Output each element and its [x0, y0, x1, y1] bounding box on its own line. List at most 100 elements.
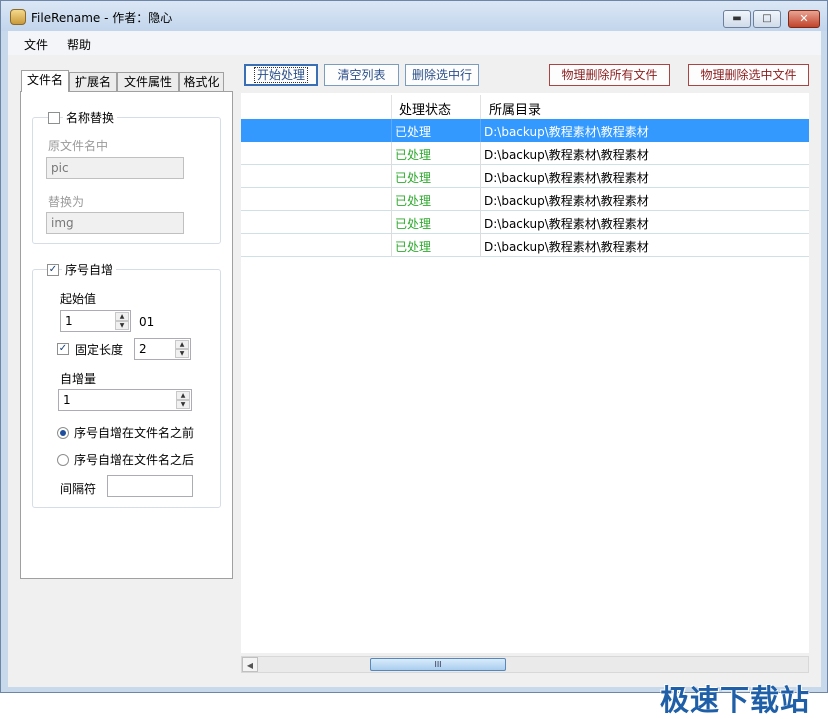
original-name-input[interactable]: pic [46, 157, 184, 179]
column-directory-header[interactable]: 所属目录 [489, 99, 541, 118]
table-row[interactable]: 已处理 D:\backup\教程素材\教程素材 [241, 119, 809, 142]
radio-after-filename[interactable] [57, 454, 69, 466]
spin-down-icon[interactable]: ▼ [115, 321, 129, 330]
name-replace-checkbox[interactable] [48, 112, 60, 124]
column-divider [391, 188, 392, 211]
options-panel: 文件名 扩展名 文件属性 格式化 名称替换 原文件名中 pic 替换为 img … [8, 55, 238, 687]
sequence-preview: 01 [139, 315, 155, 329]
close-icon: ✕ [799, 12, 809, 25]
spin-up-icon[interactable]: ▲ [115, 312, 129, 321]
header-divider[interactable] [391, 95, 392, 119]
tab-format[interactable]: 格式化 [179, 72, 224, 91]
row-status: 已处理 [395, 125, 432, 139]
column-divider [391, 211, 392, 234]
table-row[interactable]: 已处理 D:\backup\教程素材\教程素材 [241, 234, 809, 257]
app-icon [10, 9, 26, 25]
physical-delete-all-button[interactable]: 物理删除所有文件 [549, 64, 670, 86]
fixed-length-label: 固定长度 [75, 343, 124, 357]
spin-down-icon[interactable]: ▼ [175, 349, 189, 358]
name-replace-title: 名称替换 [63, 109, 118, 126]
file-list[interactable]: 处理状态 所属目录 已处理 D:\backup\教程素材\教程素材 已处理 D:\ba… [241, 93, 809, 653]
name-replace-group: 名称替换 原文件名中 pic 替换为 img [32, 109, 221, 244]
delete-selected-rows-button[interactable]: 删除选中行 [405, 64, 479, 86]
column-divider [480, 188, 481, 211]
row-status: 已处理 [395, 148, 432, 162]
sequence-group: ✓ 序号自增 起始值 1 ▲ ▼ 01 ✓ 固定长度 2 ▲ ▼ 自增量 1 ▲… [32, 261, 221, 508]
table-row[interactable]: 已处理 D:\backup\教程素材\教程素材 [241, 165, 809, 188]
sequence-checkbox[interactable]: ✓ [47, 264, 59, 276]
fixed-length-input[interactable]: 2 ▲ ▼ [134, 338, 191, 360]
list-header: 处理状态 所属目录 [241, 95, 809, 120]
column-divider [480, 165, 481, 188]
scroll-thumb[interactable]: III [370, 658, 506, 671]
spin-up-icon[interactable]: ▲ [176, 391, 190, 400]
fixed-length-checkbox[interactable]: ✓ [57, 343, 69, 355]
maximize-icon: □ [762, 13, 772, 24]
column-divider [480, 119, 481, 142]
clear-list-button[interactable]: 清空列表 [324, 64, 399, 86]
replace-with-input[interactable]: img [46, 212, 184, 234]
row-directory: D:\backup\教程素材\教程素材 [484, 125, 649, 139]
table-row[interactable]: 已处理 D:\backup\教程素材\教程素材 [241, 188, 809, 211]
menu-help[interactable]: 帮助 [67, 36, 91, 53]
start-value-text: 1 [65, 314, 73, 328]
start-value-spinner[interactable]: ▲ ▼ [115, 312, 129, 330]
column-divider [480, 234, 481, 257]
column-divider [391, 142, 392, 165]
separator-input[interactable] [107, 475, 193, 497]
column-divider [391, 119, 392, 142]
tab-filename[interactable]: 文件名 [21, 70, 69, 92]
horizontal-scrollbar[interactable]: ◀ III [241, 656, 809, 673]
increment-input[interactable]: 1 ▲ ▼ [58, 389, 192, 411]
column-divider [391, 165, 392, 188]
window-title: FileRename - 作者：隐心 [31, 11, 173, 25]
increment-text: 1 [63, 393, 71, 407]
menu-file[interactable]: 文件 [24, 36, 48, 53]
app-window: FileRename - 作者：隐心 ▬ □ ✕ 文件 帮助 文件名 扩展名 文… [0, 0, 828, 717]
close-button[interactable]: ✕ [788, 10, 820, 28]
increment-spinner[interactable]: ▲ ▼ [176, 391, 190, 409]
physical-delete-selected-button[interactable]: 物理删除选中文件 [688, 64, 809, 86]
spin-up-icon[interactable]: ▲ [175, 340, 189, 349]
row-directory: D:\backup\教程素材\教程素材 [484, 148, 649, 162]
row-status: 已处理 [395, 171, 432, 185]
sequence-title: 序号自增 [62, 261, 117, 278]
scroll-left-icon[interactable]: ◀ [242, 657, 258, 672]
row-directory: D:\backup\教程素材\教程素材 [484, 171, 649, 185]
replace-with-label: 替换为 [48, 195, 85, 209]
table-row[interactable]: 已处理 D:\backup\教程素材\教程素材 [241, 142, 809, 165]
client-area: 文件 帮助 文件名 扩展名 文件属性 格式化 名称替换 原文件名中 pic 替换… [8, 31, 821, 717]
column-divider [480, 142, 481, 165]
increment-label: 自增量 [60, 372, 97, 386]
tab-file-attributes[interactable]: 文件属性 [117, 72, 179, 91]
row-status: 已处理 [395, 194, 432, 208]
table-row[interactable]: 已处理 D:\backup\教程素材\教程素材 [241, 211, 809, 234]
fixed-length-text: 2 [139, 342, 147, 356]
header-divider[interactable] [480, 95, 481, 119]
row-directory: D:\backup\教程素材\教程素材 [484, 240, 649, 254]
column-divider [391, 234, 392, 257]
radio-after-label: 序号自增在文件名之后 [74, 453, 195, 467]
row-directory: D:\backup\教程素材\教程素材 [484, 194, 649, 208]
start-processing-button[interactable]: 开始处理 [244, 64, 318, 86]
column-status-header[interactable]: 处理状态 [399, 99, 451, 118]
start-processing-label: 开始处理 [253, 67, 309, 83]
column-divider [480, 211, 481, 234]
radio-before-label: 序号自增在文件名之前 [74, 426, 195, 440]
watermark-text: 极速下载站 [660, 683, 811, 717]
maximize-button[interactable]: □ [753, 10, 781, 28]
radio-before-filename[interactable] [57, 427, 69, 439]
title-bar[interactable]: FileRename - 作者：隐心 ▬ □ ✕ [1, 1, 827, 31]
tab-extension[interactable]: 扩展名 [69, 72, 117, 91]
fixed-length-spinner[interactable]: ▲ ▼ [175, 340, 189, 358]
original-name-label: 原文件名中 [48, 139, 109, 153]
row-status: 已处理 [395, 217, 432, 231]
row-status: 已处理 [395, 240, 432, 254]
start-value-label: 起始值 [60, 292, 97, 306]
minimize-button[interactable]: ▬ [723, 10, 751, 28]
minimize-icon: ▬ [732, 13, 742, 24]
menu-bar: 文件 帮助 [8, 31, 821, 55]
tab-content: 名称替换 原文件名中 pic 替换为 img ✓ 序号自增 起始值 1 ▲ ▼ 0… [20, 91, 233, 579]
start-value-input[interactable]: 1 ▲ ▼ [60, 310, 131, 332]
spin-down-icon[interactable]: ▼ [176, 400, 190, 409]
